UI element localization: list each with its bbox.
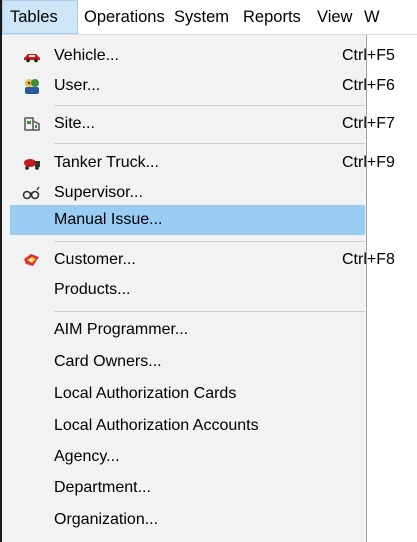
shortcut-label: Ctrl+F6 bbox=[342, 77, 395, 94]
shortcut-label: Ctrl+F5 bbox=[342, 47, 395, 64]
menu-bar: Tables Operations System Reports View W bbox=[2, 0, 417, 35]
menu-item-agency[interactable]: Agency... bbox=[2, 442, 365, 472]
tables-dropdown-menu: Vehicle... Ctrl+F5 User... Ctrl+F6 Site.… bbox=[2, 35, 395, 542]
menu-reports[interactable]: Reports bbox=[243, 0, 301, 34]
menu-item-card-owners[interactable]: Card Owners... bbox=[2, 347, 365, 377]
menu-item-label: Local Authorization Accounts bbox=[54, 417, 259, 434]
menu-operations[interactable]: Operations bbox=[84, 0, 165, 34]
menu-item-label: Customer... bbox=[54, 251, 136, 268]
menu-item-aim-programmer[interactable]: AIM Programmer... bbox=[2, 315, 365, 345]
tanker-truck-icon bbox=[24, 159, 40, 170]
menu-item-label: Department... bbox=[54, 479, 151, 496]
menu-item-customer[interactable]: Customer... Ctrl+F8 bbox=[2, 245, 395, 275]
menu-view[interactable]: View bbox=[317, 0, 352, 34]
menu-item-local-authorization-cards[interactable]: Local Authorization Cards bbox=[2, 379, 365, 409]
menu-separator bbox=[54, 241, 365, 242]
menu-item-label: User... bbox=[54, 77, 101, 94]
menu-item-manual-issue[interactable]: Manual Issue... bbox=[10, 205, 365, 235]
menu-item-label: Products... bbox=[54, 281, 131, 298]
customer-icon bbox=[24, 254, 39, 266]
menu-item-label: Tanker Truck... bbox=[54, 154, 159, 171]
menu-item-local-authorization-accounts[interactable]: Local Authorization Accounts bbox=[2, 411, 365, 441]
menu-separator bbox=[54, 105, 365, 106]
shortcut-label: Ctrl+F7 bbox=[342, 115, 395, 132]
menu-item-label: Supervisor... bbox=[54, 184, 143, 201]
menu-tables[interactable]: Tables bbox=[2, 0, 78, 34]
menu-item-supervisor[interactable]: Supervisor... bbox=[2, 178, 365, 208]
menu-item-label: AIM Programmer... bbox=[54, 321, 189, 338]
menu-item-label: Agency... bbox=[54, 448, 120, 465]
menu-item-site[interactable]: Site... Ctrl+F7 bbox=[2, 109, 395, 139]
menu-item-label: Local Authorization Cards bbox=[54, 385, 237, 402]
menu-window[interactable]: W bbox=[364, 0, 380, 34]
menu-system[interactable]: System bbox=[174, 0, 229, 34]
menu-item-user[interactable]: User... Ctrl+F6 bbox=[2, 71, 395, 101]
menu-item-department[interactable]: Department... bbox=[2, 473, 365, 503]
menu-item-label: Vehicle... bbox=[54, 47, 119, 64]
shortcut-label: Ctrl+F8 bbox=[342, 251, 395, 268]
menu-item-products[interactable]: Products... bbox=[2, 275, 365, 305]
menu-separator bbox=[54, 311, 365, 312]
shortcut-label: Ctrl+F9 bbox=[342, 154, 395, 171]
site-icon bbox=[24, 117, 40, 131]
menu-item-label: Card Owners... bbox=[54, 353, 162, 370]
menu-item-label: Organization... bbox=[54, 511, 159, 528]
menu-separator bbox=[54, 143, 365, 144]
supervisor-icon bbox=[22, 186, 40, 200]
menu-item-vehicle[interactable]: Vehicle... Ctrl+F5 bbox=[2, 41, 395, 71]
menu-item-label: Manual Issue... bbox=[54, 211, 163, 228]
menu-item-organization[interactable]: Organization... bbox=[2, 505, 365, 535]
vehicle-icon bbox=[24, 54, 40, 63]
menu-item-tanker-truck[interactable]: Tanker Truck... Ctrl+F9 bbox=[2, 148, 395, 178]
user-icon bbox=[25, 79, 39, 94]
menu-item-label: Site... bbox=[54, 115, 95, 132]
